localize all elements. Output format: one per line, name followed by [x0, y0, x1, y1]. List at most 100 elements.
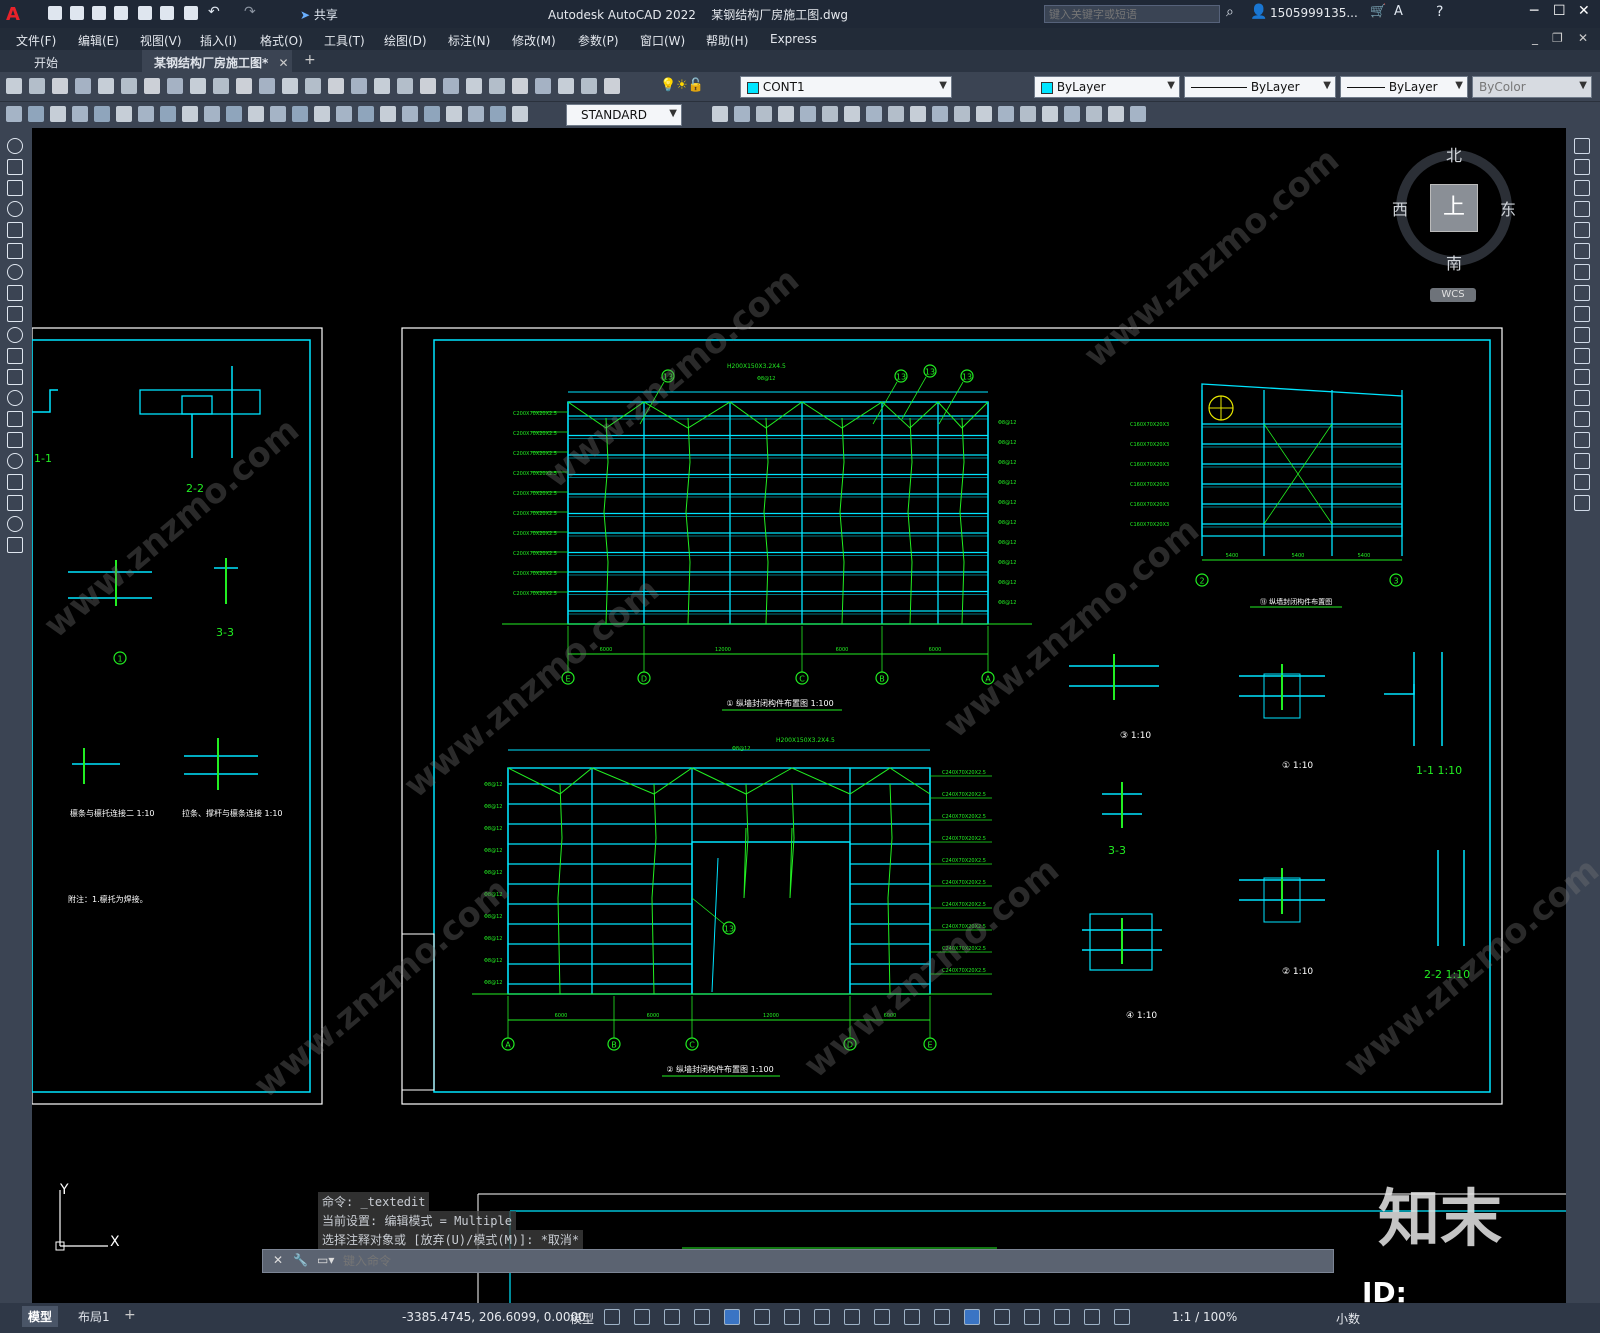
annotation-scale[interactable]: 1:1 / 100% [1172, 1310, 1237, 1324]
jogged-linear-icon[interactable] [358, 106, 374, 122]
customize-icon[interactable]: 🔧 [293, 1253, 308, 1267]
coordinates-readout[interactable]: -3385.4745, 206.6099, 0.0000 [402, 1310, 586, 1324]
autodesk-app-icon[interactable]: A [1394, 4, 1403, 19]
save-web-icon[interactable] [160, 6, 174, 20]
insert-block-icon[interactable] [7, 369, 23, 385]
layout-tab-layout1[interactable]: 布局1 [72, 1306, 116, 1327]
multiline-text-icon[interactable] [7, 516, 23, 532]
command-input[interactable] [343, 1252, 1323, 1270]
ellipse-arc-icon[interactable] [7, 348, 23, 364]
space-icon[interactable] [248, 106, 264, 122]
rotate-icon[interactable] [844, 106, 860, 122]
object-snap-tracking-icon[interactable] [814, 1309, 830, 1325]
erase-icon[interactable] [1064, 106, 1080, 122]
inspect-icon[interactable] [336, 106, 352, 122]
design-center-icon[interactable] [397, 78, 413, 94]
object-snap-icon[interactable] [844, 1309, 860, 1325]
menu-parametric[interactable]: 参数(P) [578, 32, 619, 49]
explode-icon[interactable] [1574, 495, 1590, 511]
add-selected-icon[interactable] [7, 537, 23, 553]
fillet-icon[interactable] [1020, 106, 1036, 122]
publish-icon[interactable] [121, 78, 137, 94]
make-block-icon[interactable] [7, 390, 23, 406]
offset-icon[interactable] [1574, 201, 1590, 217]
model-space-button[interactable]: 模型 [570, 1310, 594, 1327]
viewcube[interactable]: 上 [1396, 150, 1512, 266]
menu-file[interactable]: 文件(F) [16, 32, 56, 49]
open-icon[interactable] [29, 78, 45, 94]
open-web-icon[interactable] [138, 6, 152, 20]
table-icon[interactable] [7, 495, 23, 511]
join-icon[interactable] [1574, 411, 1590, 427]
cut-icon[interactable] [144, 78, 160, 94]
array-icon[interactable] [1574, 222, 1590, 238]
search-icon[interactable]: ⌕ [1226, 4, 1234, 20]
textstyle-dropdown[interactable]: STANDARD ▼ [566, 104, 682, 126]
center-mark-icon[interactable] [314, 106, 330, 122]
annotation-visibility-icon[interactable] [1084, 1309, 1100, 1325]
copy-icon[interactable] [1574, 159, 1590, 175]
help-search-input[interactable] [1044, 5, 1220, 23]
command-history-icon[interactable]: ▭▾ [317, 1253, 334, 1267]
hatch-icon[interactable] [7, 432, 23, 448]
save-icon[interactable] [604, 78, 620, 94]
new-icon[interactable] [558, 78, 574, 94]
extend-icon[interactable] [932, 106, 948, 122]
help-icon[interactable] [512, 78, 528, 94]
dim-angular-icon[interactable] [160, 106, 176, 122]
break-point-icon[interactable] [954, 106, 970, 122]
wcs-menu[interactable]: WCS [1430, 288, 1476, 302]
redo-icon[interactable]: ↷ [244, 4, 256, 20]
trim-icon[interactable] [1574, 327, 1590, 343]
dim-radius-icon[interactable] [94, 106, 110, 122]
grid-icon[interactable] [604, 1309, 620, 1325]
color-dropdown[interactable]: ByLayer ▼ [1034, 76, 1180, 98]
move-icon[interactable] [822, 106, 838, 122]
viewcube-top-face[interactable]: 上 [1430, 184, 1478, 232]
close-icon[interactable]: ✕ [278, 56, 288, 70]
open-icon[interactable] [70, 6, 84, 20]
dim-linear-icon[interactable] [6, 106, 22, 122]
close-command-icon[interactable]: ✕ [273, 1253, 283, 1267]
markup-icon[interactable] [466, 78, 482, 94]
save-as-icon[interactable] [114, 6, 128, 20]
share-button[interactable]: ➤ 共享 [300, 6, 338, 23]
plotstyle-dropdown[interactable]: ByColor ▼ [1472, 76, 1592, 98]
selection-filter-icon[interactable] [1024, 1309, 1040, 1325]
dim-arc-icon[interactable] [490, 106, 506, 122]
compass-south[interactable]: 南 [1446, 250, 1462, 274]
dynamic-ucs-icon[interactable] [994, 1309, 1010, 1325]
menu-express[interactable]: Express [770, 32, 817, 46]
compass-east[interactable]: 东 [1500, 196, 1516, 220]
infer-icon[interactable] [664, 1309, 680, 1325]
linetype-dropdown[interactable]: ByLayer ▼ [1184, 76, 1336, 98]
transparency-icon[interactable] [904, 1309, 920, 1325]
arc-icon[interactable] [7, 243, 23, 259]
doc-restore-button[interactable]: ❐ [1552, 31, 1563, 45]
circle-icon[interactable] [7, 264, 23, 280]
menu-edit[interactable]: 编辑(E) [78, 32, 119, 49]
paste-icon[interactable] [190, 78, 206, 94]
undo-icon[interactable]: ↶ [208, 4, 220, 20]
menu-dimension[interactable]: 标注(N) [448, 32, 490, 49]
menu-help[interactable]: 帮助(H) [706, 32, 748, 49]
extend-icon[interactable] [1574, 348, 1590, 364]
sheet-set-icon[interactable] [443, 78, 459, 94]
blend-icon[interactable] [1574, 474, 1590, 490]
break-icon[interactable] [270, 106, 286, 122]
dim-ordinate-icon[interactable] [72, 106, 88, 122]
new-icon[interactable] [6, 78, 22, 94]
ortho-icon[interactable] [724, 1309, 740, 1325]
layout-tab-model[interactable]: 模型 [22, 1306, 59, 1327]
baseline-icon[interactable] [204, 106, 220, 122]
tab-start[interactable]: 开始 [0, 50, 140, 72]
chamfer-icon[interactable] [1574, 432, 1590, 448]
ellipse-icon[interactable] [7, 327, 23, 343]
plot-icon[interactable] [75, 78, 91, 94]
dim-diameter-icon[interactable] [138, 106, 154, 122]
scale-icon[interactable] [866, 106, 882, 122]
dim-text-edit-icon[interactable] [402, 106, 418, 122]
doc-close-button[interactable]: ✕ [1578, 31, 1588, 45]
units-button[interactable]: 小数 [1336, 1310, 1360, 1327]
erase-icon[interactable] [1574, 138, 1590, 154]
